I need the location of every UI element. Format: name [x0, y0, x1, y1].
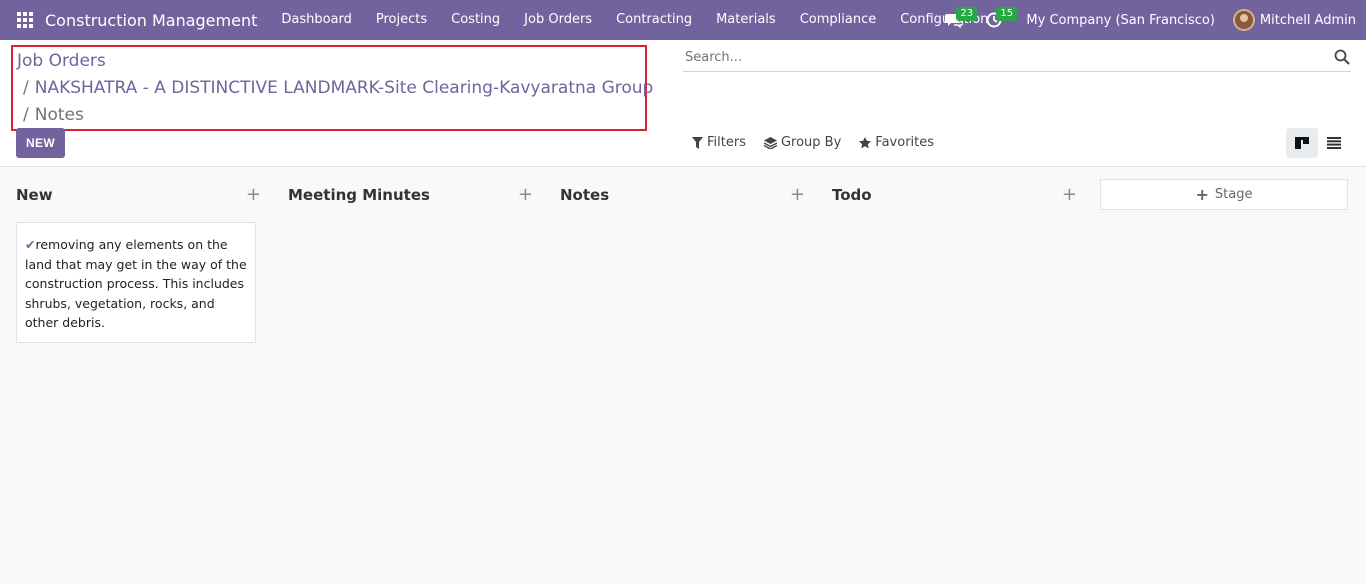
favorites-label: Favorites [875, 135, 935, 150]
menu-projects[interactable]: Projects [364, 0, 439, 40]
main-menu: Dashboard Projects Costing Job Orders Co… [269, 0, 1000, 40]
quick-create-icon[interactable]: + [790, 186, 805, 204]
top-navbar: Construction Management Dashboard Projec… [0, 0, 1366, 40]
messages-button[interactable]: 23 [934, 0, 978, 40]
navbar-systray: 23 15 My Company (San Francisco) Mitchel… [934, 0, 1366, 40]
breadcrumb: Job Orders / NAKSHATRA - A DISTINCTIVE LA… [11, 45, 653, 131]
quick-create-icon[interactable]: + [518, 186, 533, 204]
star-icon [859, 136, 872, 148]
group-by-label: Group By [780, 135, 842, 150]
column-title: Todo [832, 186, 872, 204]
filters-label: Filters [707, 135, 746, 150]
favorites-button[interactable]: Favorites [859, 135, 934, 150]
column-title: New [16, 186, 53, 204]
search-bar [683, 46, 1351, 72]
breadcrumb-current-label: Notes [34, 105, 84, 125]
filters-button[interactable]: Filters [692, 135, 746, 150]
menu-costing[interactable]: Costing [439, 0, 512, 40]
view-switcher [1286, 128, 1350, 158]
list-icon [1327, 137, 1341, 149]
apps-menu-icon[interactable] [17, 12, 33, 28]
list-view-button[interactable] [1318, 128, 1350, 158]
control-panel: Job Orders / NAKSHATRA - A DISTINCTIVE LA… [0, 40, 1366, 167]
search-options: Filters Group By Favorites [692, 135, 952, 150]
activities-button[interactable]: 15 [974, 0, 1018, 40]
company-switcher[interactable]: My Company (San Francisco) [1026, 13, 1214, 28]
kanban-icon [1295, 137, 1309, 149]
menu-job-orders[interactable]: Job Orders [512, 0, 604, 40]
column-header: Todo + [832, 185, 1077, 205]
plus-icon: + [1195, 185, 1209, 204]
check-icon: ✔ [25, 237, 36, 252]
user-name: Mitchell Admin [1259, 12, 1356, 28]
column-header: New + [16, 185, 261, 205]
app-brand[interactable]: Construction Management [45, 11, 257, 30]
activities-count-badge: 15 [996, 7, 1018, 21]
kanban-view-button[interactable] [1286, 128, 1318, 158]
group-by-button[interactable]: Group By [763, 135, 842, 150]
search-icon[interactable] [1333, 48, 1351, 66]
column-header: Meeting Minutes + [288, 185, 533, 205]
quick-create-icon[interactable]: + [1062, 186, 1077, 204]
breadcrumb-record-label: NAKSHATRA - A DISTINCTIVE LANDMARK-Site … [34, 78, 654, 98]
menu-compliance[interactable]: Compliance [788, 0, 889, 40]
breadcrumb-current-notes: / Notes [23, 105, 84, 125]
column-title: Meeting Minutes [288, 186, 430, 204]
menu-materials[interactable]: Materials [704, 0, 788, 40]
search-input[interactable] [683, 46, 1313, 69]
column-header: Notes + [560, 185, 805, 205]
quick-create-icon[interactable]: + [246, 186, 261, 204]
filter-icon [692, 136, 703, 149]
column-title: Notes [560, 186, 610, 204]
kanban-card[interactable]: ✔removing any elements on the land that … [16, 222, 256, 343]
breadcrumb-separator: / [23, 105, 29, 125]
breadcrumb-job-order-record[interactable]: / NAKSHATRA - A DISTINCTIVE LANDMARK-Site… [23, 78, 653, 98]
add-stage-label: Stage [1214, 187, 1253, 202]
kanban-board: New + ✔removing any elements on the land… [0, 167, 1366, 584]
breadcrumb-job-orders[interactable]: Job Orders [17, 51, 106, 71]
user-menu[interactable]: Mitchell Admin [1232, 9, 1356, 31]
menu-dashboard[interactable]: Dashboard [269, 0, 364, 40]
breadcrumb-separator: / [23, 78, 29, 98]
card-text: removing any elements on the land that m… [25, 237, 247, 330]
add-stage-button[interactable]: + Stage [1100, 179, 1348, 210]
menu-contracting[interactable]: Contracting [604, 0, 704, 40]
new-button[interactable]: NEW [16, 128, 65, 158]
layers-icon [763, 136, 777, 149]
avatar [1232, 9, 1255, 31]
